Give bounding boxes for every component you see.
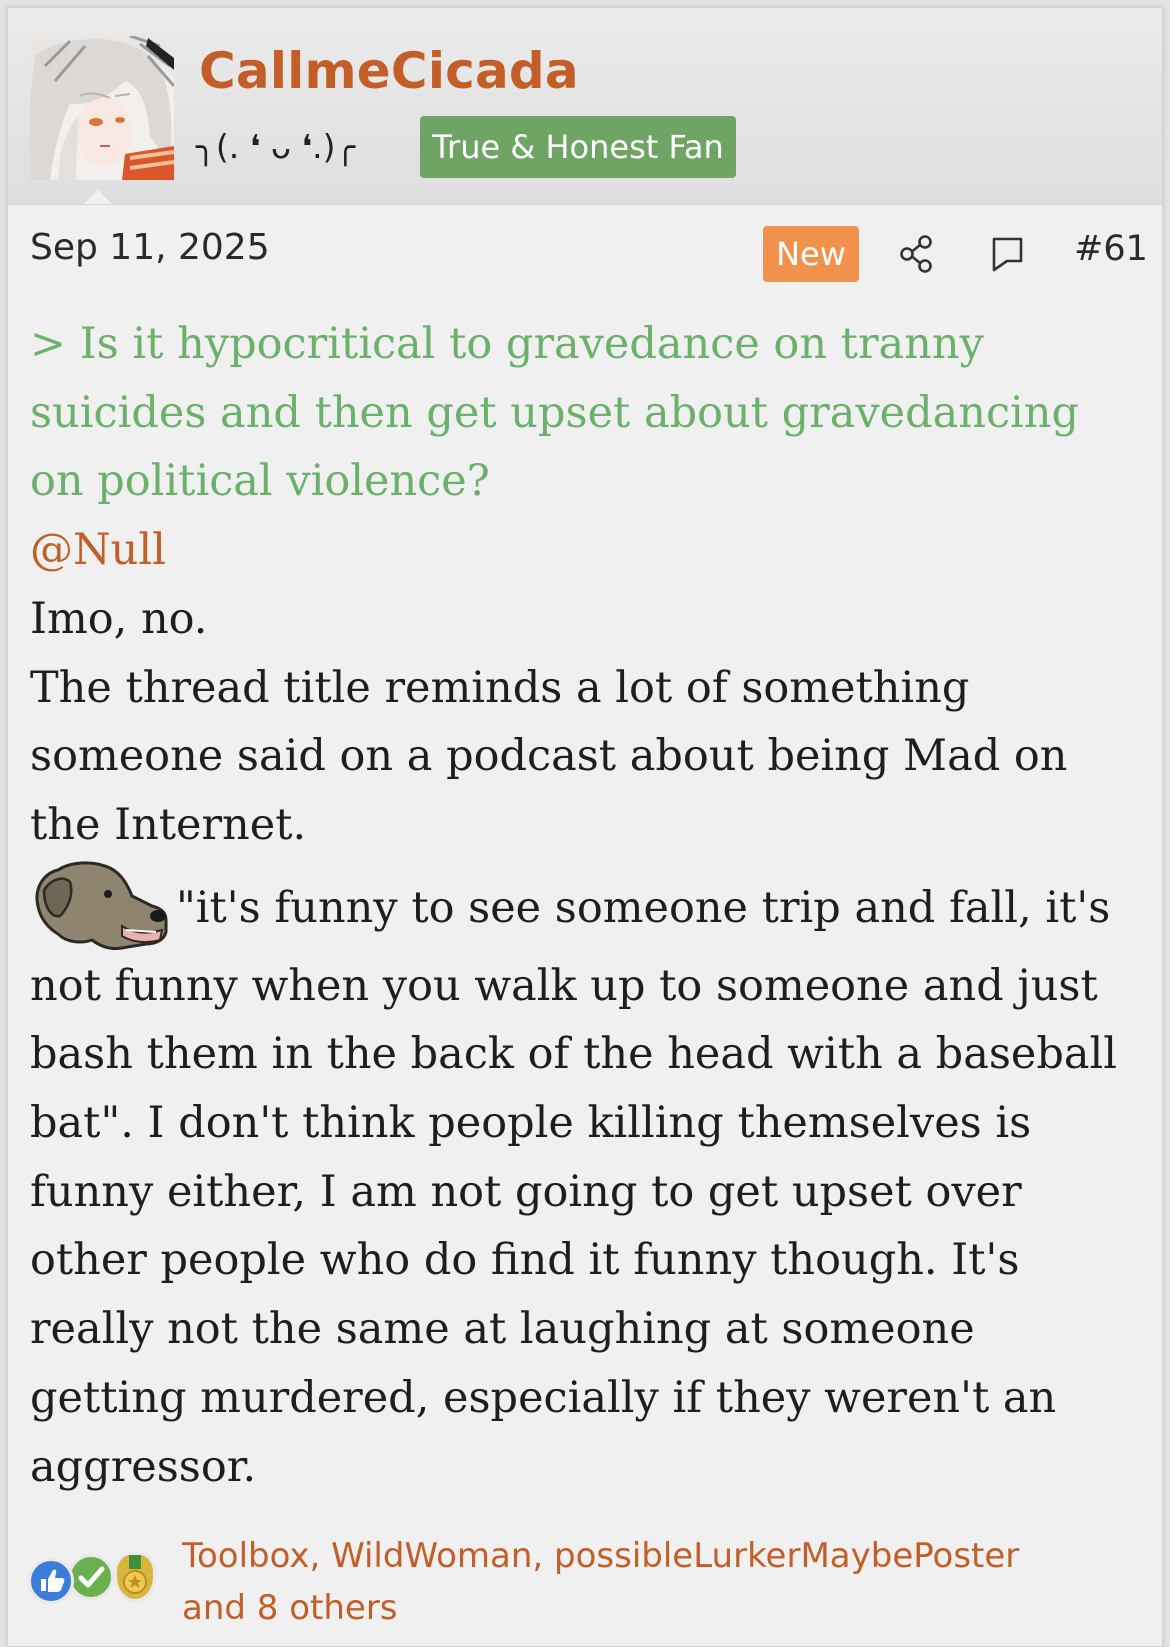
message-line: "it's funny to see someone trip and fall… <box>176 882 1111 933</box>
mention-link[interactable]: @Null <box>30 516 1150 585</box>
avatar-image <box>30 36 174 180</box>
reaction-users-link[interactable]: Toolbox, WildWoman, possibleLurkerMaybeP… <box>182 1530 1142 1634</box>
message-line: really not the same at laughing at someo… <box>30 1304 975 1355</box>
message-body: > Is it hypocritical to gravedance on tr… <box>30 310 1150 1501</box>
bookmark-icon <box>992 237 1023 272</box>
like-icon <box>28 1558 74 1604</box>
reaction-users-line[interactable]: Toolbox, WildWoman, possibleLurkerMaybeP… <box>182 1530 1142 1582</box>
quote-line: > Is it hypocritical to gravedance on tr… <box>30 319 984 369</box>
post: CallmeCicada ╮(. ❛ ᴗ ❛.)╭ True & Honest … <box>7 7 1163 1647</box>
message-line: The thread title reminds a lot of someth… <box>30 662 970 713</box>
share-button[interactable] <box>896 232 940 276</box>
quote-line: suicides and then get upset about graved… <box>30 387 1080 438</box>
user-title: ╮(. ❛ ᴗ ❛.)╭ <box>196 127 356 166</box>
message-line: bat". I don't think people killing thems… <box>30 1098 1032 1149</box>
reaction-icons[interactable] <box>26 1544 166 1614</box>
username[interactable]: CallmeCicada <box>199 46 579 96</box>
user-banner: True & Honest Fan <box>420 116 736 178</box>
message-line: someone said on a podcast about being Ma… <box>30 731 1068 782</box>
reaction-users-line[interactable]: and 8 others <box>182 1582 1142 1634</box>
message-line: bash them in the back of the head with a… <box>30 1029 1118 1080</box>
bookmark-button[interactable] <box>986 232 1030 276</box>
message-line: not funny when you walk up to someone an… <box>30 960 1098 1011</box>
post-number-link[interactable]: #61 <box>1074 232 1148 267</box>
medal-icon <box>114 1552 156 1602</box>
message-line-with-emoji: "it's funny to see someone trip and fall… <box>30 860 1150 952</box>
check-icon <box>68 1554 114 1600</box>
message-line: aggressor. <box>30 1441 257 1492</box>
dog-emoji-icon <box>30 860 170 952</box>
avatar[interactable] <box>30 36 174 180</box>
post-date[interactable]: Sep 11, 2025 <box>30 230 270 266</box>
avatar-pointer <box>84 190 112 204</box>
message-line: other people who do find it funny though… <box>30 1235 1020 1286</box>
message-line: funny either, I am not going to get upse… <box>30 1166 1022 1217</box>
share-icon <box>900 235 932 273</box>
user-header: CallmeCicada ╮(. ❛ ᴗ ❛.)╭ True & Honest … <box>8 8 1162 205</box>
new-badge: New <box>763 226 859 282</box>
quote-line: on political violence? <box>30 456 490 507</box>
message-line: the Internet. <box>30 799 307 850</box>
message-line: Imo, no. <box>30 593 208 644</box>
message-line: getting murdered, especially if they wer… <box>30 1372 1057 1423</box>
